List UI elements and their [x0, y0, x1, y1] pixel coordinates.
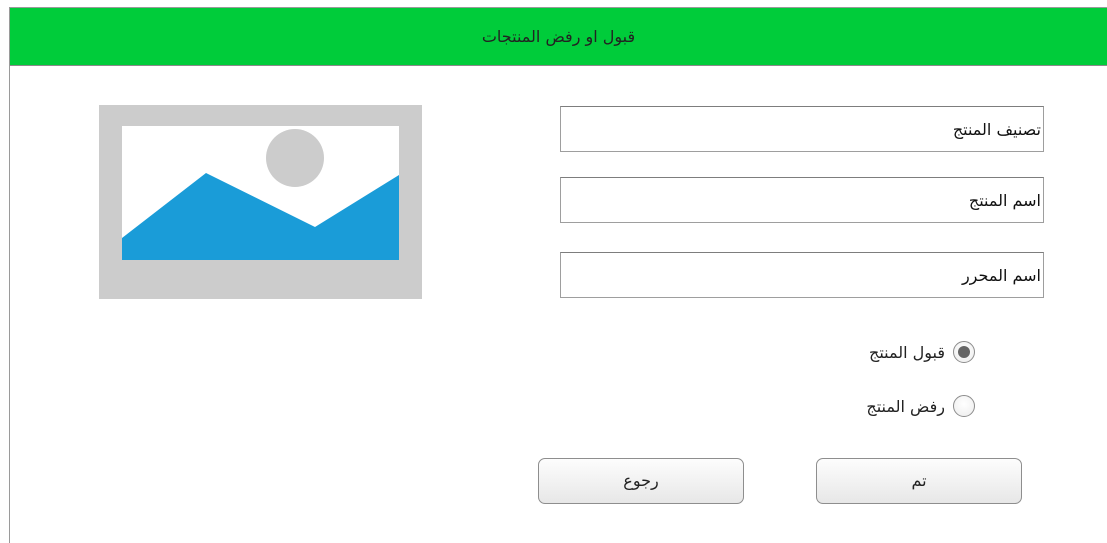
product-image — [99, 105, 422, 299]
radio-checked-icon[interactable] — [953, 341, 975, 363]
accept-product-radio[interactable]: قبول المنتج — [800, 339, 975, 365]
reject-product-label: رفض المنتج — [866, 396, 945, 416]
done-button[interactable]: تم — [816, 458, 1022, 504]
radio-unchecked-icon[interactable] — [953, 395, 975, 417]
page-title: قبول او رفض المنتجات — [481, 27, 636, 46]
product-name-field[interactable] — [560, 177, 1044, 223]
title-bar: قبول او رفض المنتجات — [10, 8, 1107, 66]
product-category-field[interactable] — [560, 106, 1044, 152]
reject-product-radio[interactable]: رفض المنتج — [800, 393, 975, 419]
image-placeholder-icon — [122, 126, 399, 260]
back-button[interactable]: رجوع — [538, 458, 744, 504]
accept-product-label: قبول المنتج — [868, 342, 945, 362]
editor-name-field[interactable] — [560, 252, 1044, 298]
